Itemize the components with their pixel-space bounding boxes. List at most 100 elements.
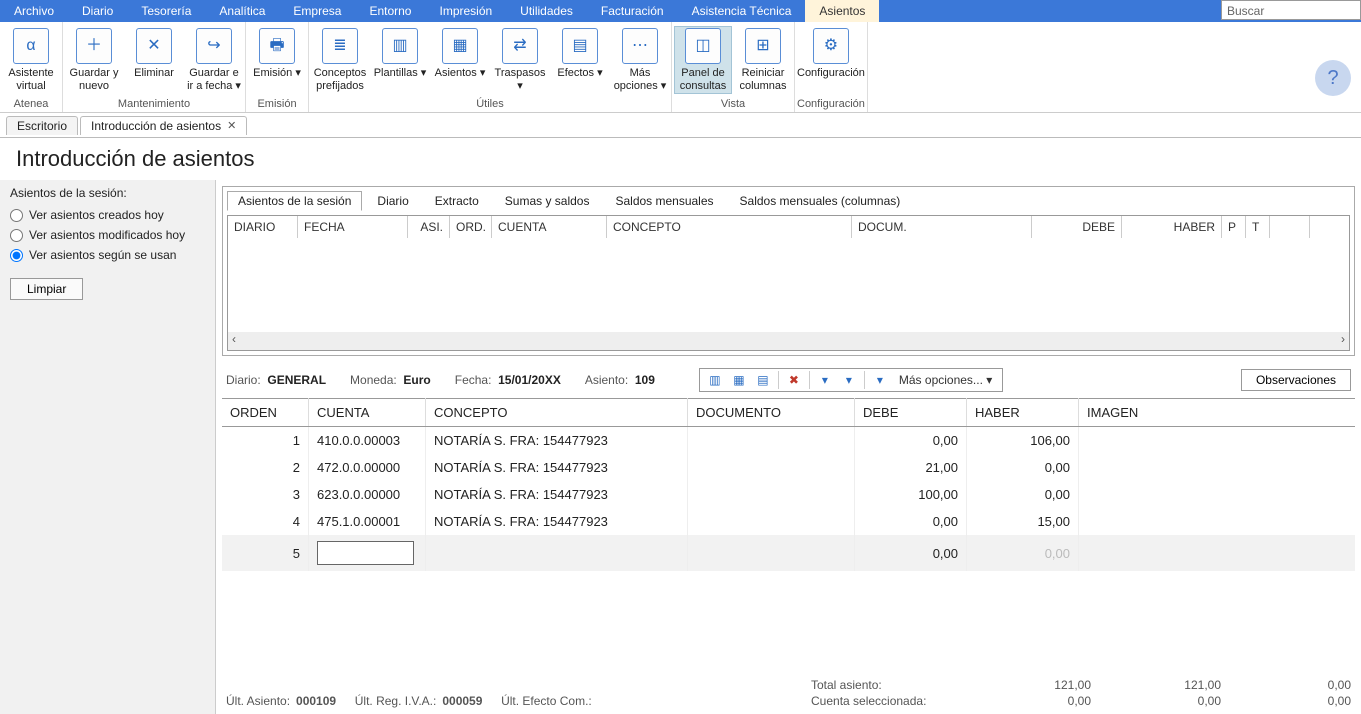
cell[interactable]: NOTARÍA S. FRA: 154477923 <box>426 508 688 535</box>
help-icon[interactable]: ? <box>1315 60 1351 96</box>
minitab-3[interactable]: Sumas y saldos <box>494 191 601 211</box>
gridcol-diario[interactable]: DIARIO <box>228 216 298 238</box>
asientos-button[interactable]: ▦Asientos ▾ <box>431 26 489 82</box>
tool-icon-2[interactable]: ▦ <box>730 371 748 389</box>
cell[interactable] <box>688 508 855 535</box>
gridcol-p[interactable]: P <box>1222 216 1246 238</box>
cell[interactable] <box>688 481 855 508</box>
cell[interactable]: 623.0.0.00000 <box>309 481 426 508</box>
gridcol-cuenta[interactable]: CUENTA <box>492 216 607 238</box>
gridcol-docum[interactable]: DOCUM. <box>852 216 1032 238</box>
menu-asientos[interactable]: Asientos <box>805 0 879 22</box>
cell[interactable]: 1 <box>222 427 309 455</box>
cell[interactable] <box>1079 535 1356 571</box>
menu-analtica[interactable]: Analítica <box>205 0 279 22</box>
cell[interactable]: 0,00 <box>967 481 1079 508</box>
cell[interactable]: 0,00 <box>967 454 1079 481</box>
cell[interactable]: 410.0.0.00003 <box>309 427 426 455</box>
opt-creados[interactable]: Ver asientos creados hoy <box>10 208 205 222</box>
cell[interactable]: 21,00 <box>855 454 967 481</box>
configuracion-button[interactable]: ⚙Configuración <box>802 26 860 82</box>
minitab-5[interactable]: Saldos mensuales (columnas) <box>729 191 912 211</box>
asistente-virtual-button[interactable]: αAsistente virtual <box>2 26 60 94</box>
tab-escritorio[interactable]: Escritorio <box>6 116 78 135</box>
cell[interactable]: 472.0.0.00000 <box>309 454 426 481</box>
guardar-nuevo-button[interactable]: ＋Guardar y nuevo <box>65 26 123 94</box>
col-cuenta[interactable]: CUENTA <box>309 399 426 427</box>
gridcol-blank[interactable] <box>1270 216 1310 238</box>
observaciones-button[interactable]: Observaciones <box>1241 369 1351 391</box>
opt-usan[interactable]: Ver asientos según se usan <box>10 248 205 262</box>
menu-asistenciatcnica[interactable]: Asistencia Técnica <box>678 0 806 22</box>
cell[interactable] <box>1079 481 1356 508</box>
tool-icon-7[interactable]: ▾ <box>871 371 889 389</box>
tool-icon-1[interactable]: ▥ <box>706 371 724 389</box>
table-row[interactable]: 5 0,000,00 <box>222 535 1355 571</box>
panel-consultas-button[interactable]: ◫Panel de consultas <box>674 26 732 94</box>
cell[interactable]: 0,00 <box>855 427 967 455</box>
tool-icon-5[interactable]: ▾ <box>816 371 834 389</box>
cell[interactable] <box>688 427 855 455</box>
cell[interactable] <box>426 535 688 571</box>
gridcol-fecha[interactable]: FECHA <box>298 216 408 238</box>
minitab-4[interactable]: Saldos mensuales <box>604 191 724 211</box>
col-haber[interactable]: HABER <box>967 399 1079 427</box>
cell[interactable]: 106,00 <box>967 427 1079 455</box>
horizontal-scrollbar[interactable] <box>228 332 1349 350</box>
more-options-dropdown[interactable]: Más opciones... ▾ <box>895 373 996 387</box>
guardar-ir-fecha-button[interactable]: ↪Guardar e ir a fecha ▾ <box>185 26 243 94</box>
cell[interactable] <box>688 454 855 481</box>
conceptos-prefijados-button[interactable]: ≣Conceptos prefijados <box>311 26 369 94</box>
cell[interactable]: 4 <box>222 508 309 535</box>
cell[interactable]: 5 <box>222 535 309 571</box>
cell[interactable] <box>1079 427 1356 455</box>
col-orden[interactable]: ORDEN <box>222 399 309 427</box>
emision-button[interactable]: 🖶Emisión ▾ <box>248 26 306 82</box>
gridcol-ord[interactable]: ORD. <box>450 216 492 238</box>
tool-icon-6[interactable]: ▾ <box>840 371 858 389</box>
mas-opciones-button[interactable]: ⋯Más opciones ▾ <box>611 26 669 94</box>
clear-button[interactable]: Limpiar <box>10 278 83 300</box>
minitab-0[interactable]: Asientos de la sesión <box>227 191 362 211</box>
opt-modificados[interactable]: Ver asientos modificados hoy <box>10 228 205 242</box>
gridcol-debe[interactable]: DEBE <box>1032 216 1122 238</box>
menu-utilidades[interactable]: Utilidades <box>506 0 587 22</box>
efectos-button[interactable]: ▤Efectos ▾ <box>551 26 609 82</box>
cell[interactable]: 0,00 <box>855 535 967 571</box>
minitab-1[interactable]: Diario <box>366 191 419 211</box>
menu-tesorera[interactable]: Tesorería <box>127 0 205 22</box>
gridcol-concepto[interactable]: CONCEPTO <box>607 216 852 238</box>
cell[interactable]: 2 <box>222 454 309 481</box>
table-row[interactable]: 4475.1.0.00001NOTARÍA S. FRA: 154477923 0… <box>222 508 1355 535</box>
cell[interactable]: 100,00 <box>855 481 967 508</box>
opt-modificados-radio[interactable] <box>10 229 23 242</box>
col-imagen[interactable]: IMAGEN <box>1079 399 1356 427</box>
plantillas-button[interactable]: ▥Plantillas ▾ <box>371 26 429 82</box>
menu-archivo[interactable]: Archivo <box>0 0 68 22</box>
cell[interactable] <box>1079 508 1356 535</box>
cell[interactable]: NOTARÍA S. FRA: 154477923 <box>426 481 688 508</box>
eliminar-button[interactable]: ✕Eliminar <box>125 26 183 82</box>
table-row[interactable]: 3623.0.0.00000NOTARÍA S. FRA: 1544779231… <box>222 481 1355 508</box>
cell[interactable] <box>1079 454 1356 481</box>
cell[interactable] <box>309 535 426 571</box>
opt-usan-radio[interactable] <box>10 249 23 262</box>
menu-diario[interactable]: Diario <box>68 0 127 22</box>
cell[interactable]: 15,00 <box>967 508 1079 535</box>
tool-icon-3[interactable]: ▤ <box>754 371 772 389</box>
session-grid-body[interactable] <box>228 238 1349 332</box>
cell[interactable]: 475.1.0.00001 <box>309 508 426 535</box>
cell[interactable]: 0,00 <box>855 508 967 535</box>
gridcol-haber[interactable]: HABER <box>1122 216 1222 238</box>
close-icon[interactable]: ✕ <box>227 119 236 132</box>
traspasos-button[interactable]: ⇄Traspasos ▾ <box>491 26 549 94</box>
gridcol-t[interactable]: T <box>1246 216 1270 238</box>
menu-entorno[interactable]: Entorno <box>355 0 425 22</box>
cell[interactable]: NOTARÍA S. FRA: 154477923 <box>426 454 688 481</box>
cell[interactable]: 0,00 <box>967 535 1079 571</box>
menu-impresin[interactable]: Impresión <box>425 0 506 22</box>
tab-introduccion-asientos[interactable]: Introducción de asientos✕ <box>80 116 247 135</box>
col-debe[interactable]: DEBE <box>855 399 967 427</box>
cell[interactable]: NOTARÍA S. FRA: 154477923 <box>426 427 688 455</box>
col-documento[interactable]: DOCUMENTO <box>688 399 855 427</box>
